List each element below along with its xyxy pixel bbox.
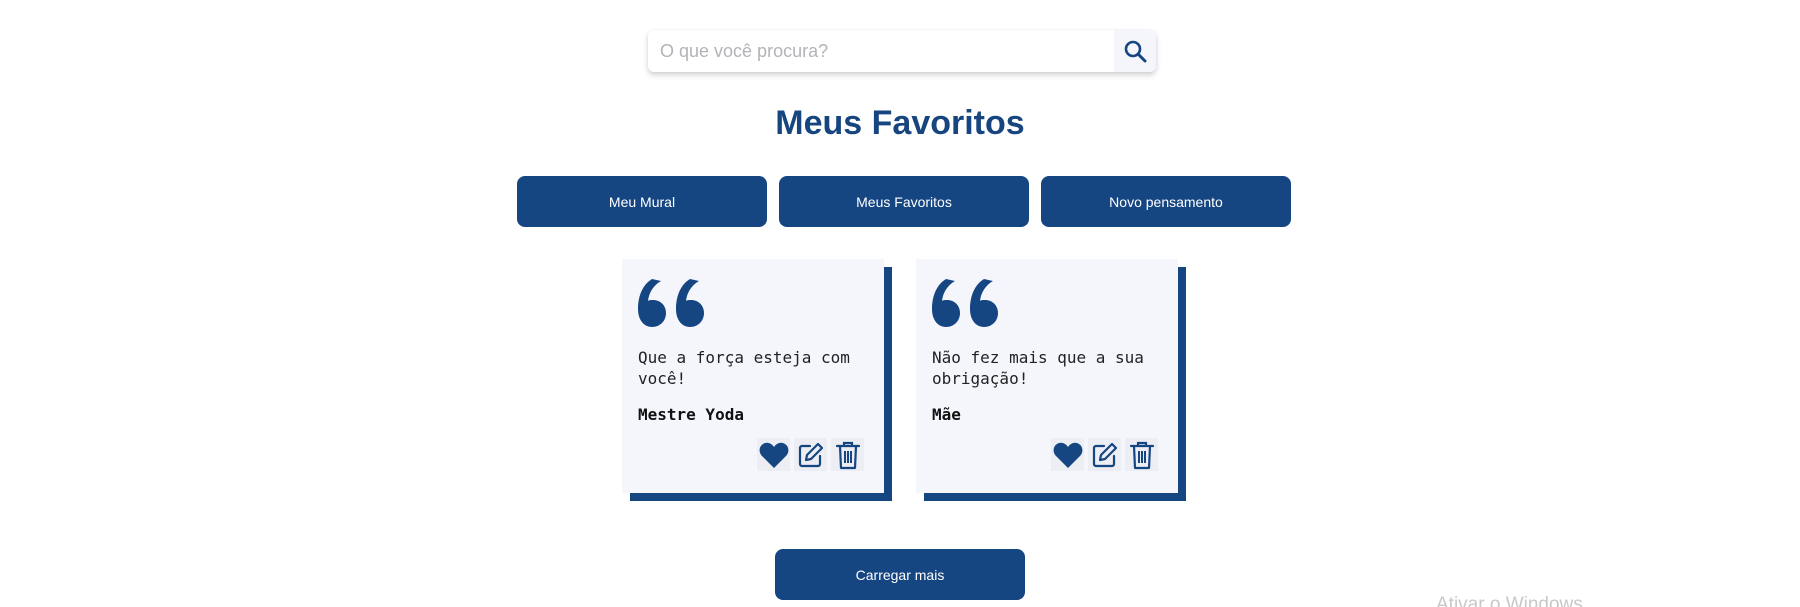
heart-icon xyxy=(1053,442,1082,468)
favorite-button[interactable] xyxy=(757,438,790,471)
trash-icon xyxy=(835,441,860,469)
favorite-button[interactable] xyxy=(1051,438,1084,471)
card-body: Não fez mais que a sua obrigação! Mãe xyxy=(916,259,1178,493)
load-more-button[interactable]: Carregar mais xyxy=(775,549,1025,600)
quote-icon xyxy=(638,279,704,327)
card-body: Que a força esteja com você! Mestre Yoda xyxy=(622,259,884,493)
edit-button[interactable] xyxy=(1088,438,1121,471)
card-actions xyxy=(1051,438,1158,471)
meu-mural-button[interactable]: Meu Mural xyxy=(517,176,767,227)
heart-icon xyxy=(759,442,788,468)
card-text: Não fez mais que a sua obrigação! xyxy=(932,348,1144,388)
search-input[interactable] xyxy=(648,30,1114,72)
search-bar xyxy=(648,30,1156,72)
meus-favoritos-button[interactable]: Meus Favoritos xyxy=(779,176,1029,227)
search-icon xyxy=(1124,40,1147,63)
card-actions xyxy=(757,438,864,471)
card-author: Mestre Yoda xyxy=(638,405,744,424)
card-text: Que a força esteja com você! xyxy=(638,348,850,388)
delete-button[interactable] xyxy=(1125,438,1158,471)
edit-icon xyxy=(798,442,823,467)
page: Meus Favoritos Meu Mural Meus Favoritos … xyxy=(0,0,1800,607)
edit-button[interactable] xyxy=(794,438,827,471)
quote-icon xyxy=(932,279,998,327)
card-author: Mãe xyxy=(932,405,961,424)
edit-icon xyxy=(1092,442,1117,467)
thought-card: Não fez mais que a sua obrigação! Mãe xyxy=(916,259,1186,501)
trash-icon xyxy=(1129,441,1154,469)
delete-button[interactable] xyxy=(831,438,864,471)
novo-pensamento-button[interactable]: Novo pensamento xyxy=(1041,176,1291,227)
search-button[interactable] xyxy=(1114,30,1156,72)
thought-card: Que a força esteja com você! Mestre Yoda xyxy=(622,259,892,501)
windows-activation-watermark: Ativar o Windows xyxy=(1436,594,1583,607)
page-title: Meus Favoritos xyxy=(775,104,1025,142)
